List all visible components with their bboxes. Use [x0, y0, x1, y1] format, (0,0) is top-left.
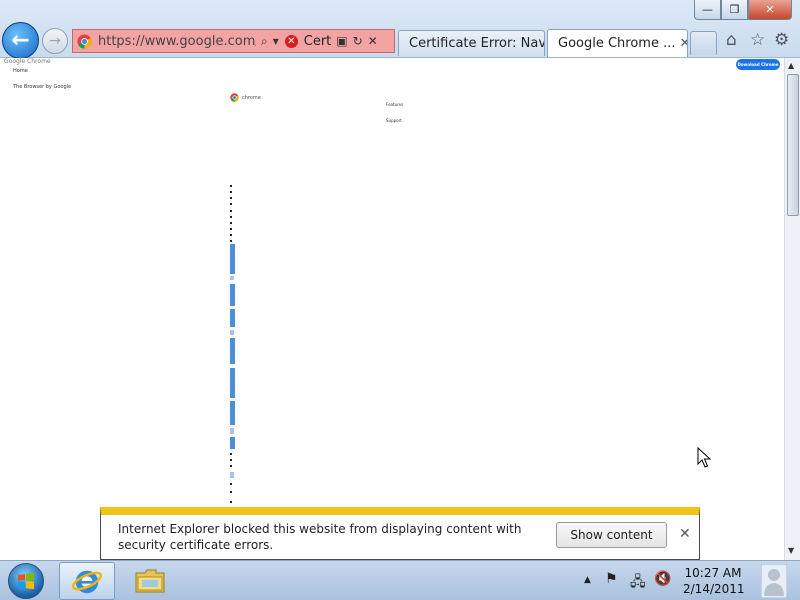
favorites-icon[interactable]: ☆	[750, 30, 765, 50]
windows-logo-icon	[18, 572, 34, 590]
user-avatar-icon	[760, 564, 787, 598]
folder-icon	[135, 569, 165, 593]
chrome-favicon-icon	[77, 33, 92, 49]
volume-muted-icon[interactable]: 🔇	[654, 571, 671, 587]
stop-icon[interactable]: ✕	[368, 34, 378, 48]
certificate-error-icon[interactable]: ✕	[284, 34, 298, 48]
security-notification-bar: Internet Explorer blocked this website f…	[100, 507, 700, 560]
back-arrow-icon: ←	[11, 28, 30, 53]
action-center-flag-icon[interactable]: ⚑	[605, 571, 618, 587]
clock-time[interactable]: 10:27 AM	[683, 566, 743, 580]
refresh-icon[interactable]: ↻	[353, 34, 363, 48]
notification-message: Internet Explorer blocked this website f…	[118, 522, 522, 552]
address-bar[interactable]: https://www.google.com/chr ⌕ ▾ ✕ Cert ▣ …	[72, 29, 395, 53]
chrome-logo[interactable]: chrome	[230, 93, 261, 102]
minimize-button[interactable]: —	[694, 0, 721, 20]
notification-close-icon[interactable]: ✕	[679, 526, 691, 542]
tagline: The Browser by Google	[13, 84, 72, 90]
home-icon[interactable]: ⌂	[726, 30, 737, 50]
scroll-down-icon[interactable]: ▼	[788, 546, 794, 555]
chrome-logo-icon	[230, 93, 239, 102]
tab-close-icon[interactable]: ✕	[676, 36, 688, 51]
vertical-scrollbar[interactable]: ▲ ▼	[784, 58, 800, 560]
restore-button[interactable]: ❐	[721, 0, 748, 20]
forward-arrow-icon: →	[49, 33, 61, 49]
window-controls: — ❐ ✕	[694, 0, 792, 20]
certificate-error-label[interactable]: Cert	[304, 34, 332, 49]
scroll-thumb[interactable]	[787, 74, 799, 216]
scroll-up-icon[interactable]: ▲	[788, 61, 794, 70]
tab-label: Certificate Error: Nav...	[409, 36, 545, 51]
nav-support-link[interactable]: Support	[386, 118, 402, 123]
show-desktop-button[interactable]	[747, 561, 800, 600]
tab-google-chrome[interactable]: Google Chrome ... ✕	[547, 29, 688, 57]
show-hidden-icons-button[interactable]: ▲	[584, 575, 591, 585]
address-dropdown-icon[interactable]: ▾	[273, 34, 279, 48]
new-tab-button[interactable]	[690, 31, 717, 55]
tools-gear-icon[interactable]: ⚙	[774, 30, 789, 50]
tab-certificate-error[interactable]: Certificate Error: Nav...	[398, 30, 545, 56]
download-chrome-button[interactable]: Download Chrome	[736, 59, 780, 70]
browser-toolbar: — ❐ ✕ ← → https://www.google.com/chr ⌕ ▾…	[0, 0, 800, 59]
logo-text: chrome	[242, 94, 261, 101]
nav-features-link[interactable]: Features	[386, 102, 403, 107]
search-icon[interactable]: ⌕	[261, 34, 268, 49]
taskbar: ▲ ⚑ 🖧 🔇 10:27 AM 2/14/2011	[0, 560, 800, 600]
network-icon[interactable]: 🖧	[630, 571, 646, 595]
start-button[interactable]	[8, 563, 44, 599]
mouse-cursor-icon	[697, 447, 711, 468]
address-url[interactable]: https://www.google.com/chr	[98, 34, 256, 49]
nav-home-link[interactable]: Home	[13, 68, 28, 74]
compatibility-view-icon[interactable]: ▣	[336, 34, 347, 48]
taskbar-internet-explorer[interactable]	[59, 562, 115, 600]
tab-label: Google Chrome ...	[558, 36, 676, 51]
taskbar-windows-explorer[interactable]	[122, 562, 178, 600]
page-content: Google Chrome Download Chrome Home The B…	[0, 58, 784, 560]
back-button[interactable]: ←	[2, 22, 39, 59]
show-content-button[interactable]: Show content	[556, 522, 667, 548]
internet-explorer-icon	[72, 570, 102, 594]
close-window-button[interactable]: ✕	[748, 0, 792, 20]
site-name[interactable]: Google Chrome	[4, 58, 51, 65]
clock-date[interactable]: 2/14/2011	[683, 582, 745, 596]
forward-button[interactable]: →	[42, 28, 68, 54]
